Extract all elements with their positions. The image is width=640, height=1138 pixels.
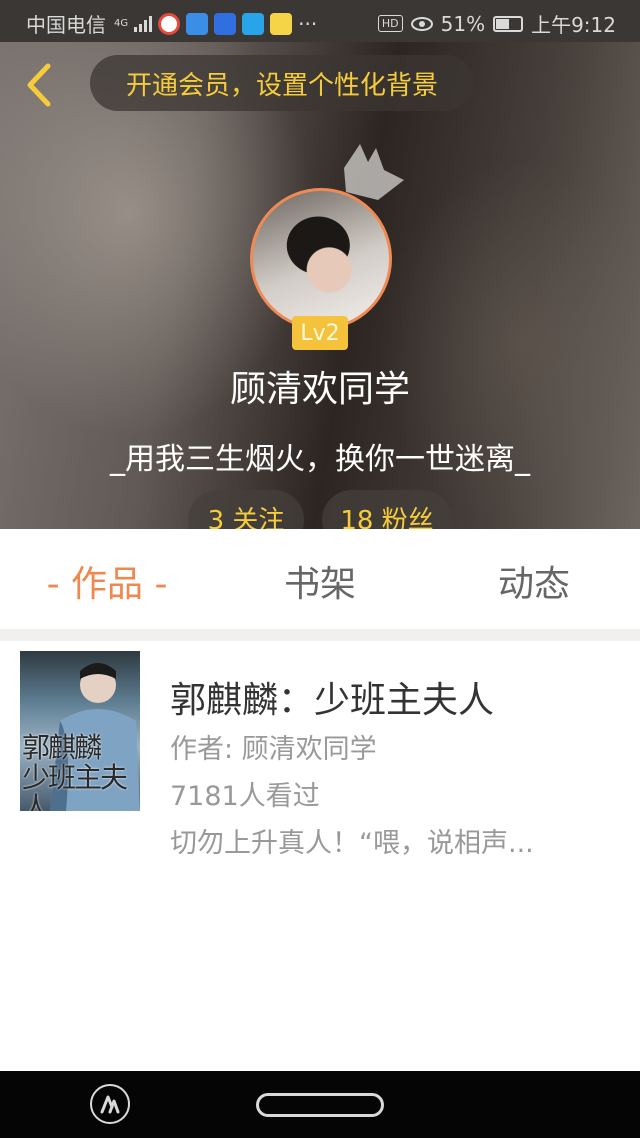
home-gesture-bar[interactable]: [256, 1093, 384, 1117]
vip-prompt-label: 开通会员，设置个性化背景: [125, 70, 438, 101]
cover-title: 郭麒麟 少班主夫人: [22, 731, 128, 812]
more-notifications-icon: ···: [298, 11, 318, 36]
paper-plane-icon: [242, 12, 265, 35]
battery-percent: 51%: [440, 11, 486, 36]
book-title: 郭麒麟：少班主夫人: [170, 680, 495, 721]
baidu-paw-icon: [214, 12, 237, 35]
profile-tabs: - 作品 - 书架 动态: [0, 529, 640, 629]
book-description: 切勿上升真人！“喂，说相声...: [170, 828, 534, 859]
book-author: 作者: 顾清欢同学: [170, 734, 377, 765]
followers-count: 18 粉丝: [340, 506, 434, 529]
book-card[interactable]: 郭麒麟 少班主夫人 郭麒麟：少班主夫人 作者: 顾清欢同学 7181人看过 切勿…: [10, 641, 630, 866]
level-badge: Lv2: [292, 316, 348, 350]
avatar[interactable]: [250, 188, 392, 330]
system-nav-bar: [0, 1071, 640, 1138]
username: 顾清欢同学: [229, 369, 410, 410]
clock: 上午9:12: [531, 13, 616, 37]
shield-icon: [186, 12, 209, 35]
assistant-button[interactable]: [90, 1084, 130, 1124]
network-indicator: 4G: [114, 17, 129, 29]
profile-header: 开通会员，设置个性化背景 Lv2 顾清欢同学 _用我三生烟火，换你一世迷离_ 3…: [0, 42, 640, 529]
following-button[interactable]: 3 关注: [188, 490, 304, 529]
network-type: 4G: [114, 17, 129, 29]
followers-button[interactable]: 18 粉丝: [322, 490, 452, 529]
app-icon-1: [158, 12, 181, 35]
section-divider: [0, 629, 640, 641]
hd-indicator: HD: [377, 15, 403, 32]
carrier-label: 中国电信: [26, 13, 106, 37]
battery-fill: [496, 18, 510, 29]
eye-icon: [410, 16, 433, 31]
book-views: 7181人看过: [170, 781, 320, 812]
battery-icon: [493, 15, 524, 32]
back-button[interactable]: [18, 60, 58, 110]
tab-works[interactable]: - 作品 -: [30, 555, 184, 607]
tab-activity[interactable]: 动态: [476, 555, 592, 607]
chevron-left-icon: [27, 63, 51, 107]
tab-bookshelf[interactable]: 书架: [262, 555, 378, 607]
status-bar: 中国电信 4G ··· HD 51% 上午9:12: [0, 0, 640, 42]
book-cover: 郭麒麟 少班主夫人: [20, 651, 140, 811]
vip-background-button[interactable]: 开通会员，设置个性化背景: [90, 55, 474, 111]
user-signature: _用我三生烟火，换你一世迷离_: [110, 442, 530, 477]
signal-icon: [134, 15, 153, 32]
following-count: 3 关注: [207, 506, 285, 529]
assistant-logo-icon: [100, 1095, 120, 1114]
mascot-icon: [270, 12, 293, 35]
